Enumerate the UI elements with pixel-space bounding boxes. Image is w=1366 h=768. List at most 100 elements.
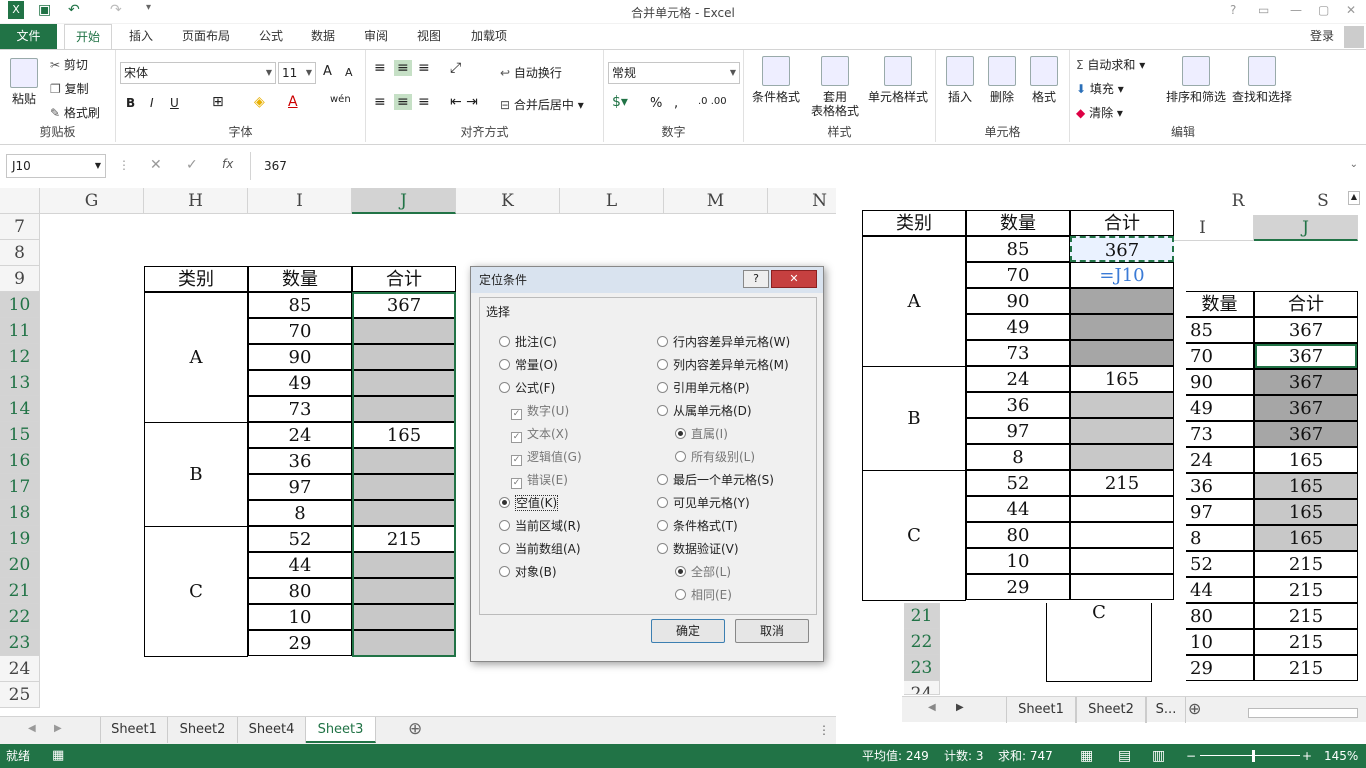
total-cell-empty[interactable] xyxy=(352,630,456,656)
scroll-up-icon[interactable]: ▲ xyxy=(1348,191,1360,205)
formula-sub-option[interactable]: ✓ 文本(X) xyxy=(511,425,569,443)
underline-button[interactable]: U xyxy=(170,96,179,110)
macro-record-icon[interactable]: ▦ xyxy=(52,744,64,768)
option-right-0[interactable]: 行内容差异单元格(W) xyxy=(657,333,790,350)
sheet-tab-sheet3[interactable]: Sheet3 xyxy=(306,717,376,743)
row-header-16[interactable]: 16 xyxy=(0,448,40,474)
font-color-icon[interactable]: A xyxy=(288,94,298,110)
row-header-24[interactable]: 24 xyxy=(0,656,40,682)
row-header-18[interactable]: 18 xyxy=(0,500,40,526)
row-header-14[interactable]: 14 xyxy=(0,396,40,422)
option-right-2[interactable]: 引用单元格(P) xyxy=(657,379,750,396)
cancel-icon[interactable]: ✕ xyxy=(150,157,162,173)
row-header-22[interactable]: 22 xyxy=(0,604,40,630)
format-cells-button[interactable]: 格式 xyxy=(1024,56,1064,104)
delete-cells-button[interactable]: 删除 xyxy=(982,56,1022,104)
category-cell[interactable]: A xyxy=(144,292,248,423)
option-blanks[interactable]: 空值(K) xyxy=(499,494,559,511)
quantity-cell[interactable]: 80 xyxy=(248,578,352,604)
column-header-g[interactable]: G xyxy=(40,188,144,214)
normal-view-icon[interactable]: ▦ xyxy=(1080,744,1093,768)
row-header-21[interactable]: 21 xyxy=(0,578,40,604)
conditional-format-button[interactable]: 条件格式 xyxy=(748,56,804,104)
row-header-12[interactable]: 12 xyxy=(0,344,40,370)
row-header-19[interactable]: 19 xyxy=(0,526,40,552)
quantity-cell[interactable]: 90 xyxy=(248,344,352,370)
align-right-icon[interactable]: ≡ xyxy=(418,94,430,110)
column-header-m[interactable]: M xyxy=(664,188,768,214)
quantity-cell[interactable]: 29 xyxy=(248,630,352,656)
italic-button[interactable]: I xyxy=(150,96,154,110)
zoom-out-icon[interactable]: − xyxy=(1186,744,1196,768)
quantity-cell[interactable]: 49 xyxy=(248,370,352,396)
page-break-icon[interactable]: ▥ xyxy=(1152,744,1165,768)
enter-icon[interactable]: ✓ xyxy=(186,157,198,173)
total-cell[interactable]: 215 xyxy=(352,526,456,552)
font-name-select[interactable]: 宋体 ▼ xyxy=(120,62,276,84)
quantity-cell[interactable]: 70 xyxy=(248,318,352,344)
quantity-cell[interactable]: 36 xyxy=(248,448,352,474)
quantity-cell[interactable]: 73 xyxy=(248,396,352,422)
help-button[interactable]: ? xyxy=(743,270,769,288)
total-cell-empty[interactable] xyxy=(352,396,456,422)
autosum-button[interactable]: Σ 自动求和 ▾ xyxy=(1076,56,1145,73)
formula-input[interactable]: 367 xyxy=(264,159,287,173)
quantity-cell[interactable]: 85 xyxy=(248,292,352,318)
dialog-close-button[interactable]: ✕ xyxy=(771,270,817,288)
dependent-sub-option[interactable]: 直属(I) xyxy=(675,425,728,442)
formula-sub-option[interactable]: ✓ 逻辑值(G) xyxy=(511,448,582,466)
insert-function-icon[interactable]: fx xyxy=(222,157,233,171)
align-bottom-icon[interactable]: ≡ xyxy=(418,60,430,76)
next-sheet-icon[interactable]: ▶ xyxy=(54,723,62,734)
total-cell-empty[interactable] xyxy=(352,448,456,474)
phonetic-button[interactable]: wén xyxy=(330,94,351,105)
validation-sub-option[interactable]: 相同(E) xyxy=(675,586,732,603)
format-painter-button[interactable]: ✎ 格式刷 xyxy=(50,104,100,121)
paste-button[interactable]: 粘贴 xyxy=(6,58,42,106)
option-right-3[interactable]: 从属单元格(D) xyxy=(657,402,752,419)
total-cell-empty[interactable] xyxy=(352,578,456,604)
sheet-tab-sheet1[interactable]: Sheet1 xyxy=(100,717,168,743)
quantity-cell[interactable]: 44 xyxy=(248,552,352,578)
cell-styles-button[interactable]: 单元格样式 xyxy=(864,56,932,104)
tab-data[interactable]: 数据 xyxy=(300,24,346,49)
zoom-level[interactable]: 145% xyxy=(1324,744,1358,768)
total-cell-empty[interactable] xyxy=(352,552,456,578)
prev-sheet-icon[interactable]: ◀ xyxy=(28,723,36,734)
wrap-text-button[interactable]: ↩ 自动换行 xyxy=(500,64,562,81)
tab-home[interactable]: 开始 xyxy=(64,24,112,49)
option-left-4[interactable]: 当前区域(R) xyxy=(499,517,581,534)
comma-button[interactable]: , xyxy=(674,96,678,111)
option-right-4[interactable]: 最后一个单元格(S) xyxy=(657,471,774,488)
cancel-button[interactable]: 取消 xyxy=(735,619,809,643)
column-header-n[interactable]: N xyxy=(768,188,836,214)
row-header-10[interactable]: 10 xyxy=(0,292,40,318)
tab-page-layout[interactable]: 页面布局 xyxy=(172,24,240,49)
currency-icon[interactable]: $▾ xyxy=(612,94,628,110)
row-header-13[interactable]: 13 xyxy=(0,370,40,396)
tab-view[interactable]: 视图 xyxy=(406,24,452,49)
align-middle-icon[interactable]: ≡ xyxy=(394,60,412,76)
total-cell-empty[interactable] xyxy=(352,318,456,344)
total-cell-empty[interactable] xyxy=(352,500,456,526)
option-right-6[interactable]: 条件格式(T) xyxy=(657,517,738,534)
clear-button[interactable]: ◆ 清除 ▾ xyxy=(1076,104,1123,121)
bold-button[interactable]: B xyxy=(126,96,135,110)
column-header-i[interactable]: I xyxy=(248,188,352,214)
find-select-button[interactable]: 查找和选择 xyxy=(1230,56,1294,104)
option-left-5[interactable]: 当前数组(A) xyxy=(499,540,581,557)
add-sheet-icon[interactable]: ⊕ xyxy=(408,719,422,739)
minimize-icon[interactable]: — xyxy=(1290,3,1302,17)
sort-filter-button[interactable]: 排序和筛选 xyxy=(1164,56,1228,104)
sheet-tab-sheet2[interactable]: Sheet2 xyxy=(168,717,238,743)
close-icon[interactable]: ✕ xyxy=(1346,3,1356,17)
number-format-select[interactable]: 常规 ▼ xyxy=(608,62,740,84)
font-size-select[interactable]: 11 ▼ xyxy=(278,62,316,84)
zoom-slider-thumb[interactable] xyxy=(1252,750,1255,762)
dependent-sub-option[interactable]: 所有级别(L) xyxy=(675,448,755,465)
column-header-k[interactable]: K xyxy=(456,188,560,214)
quantity-cell[interactable]: 10 xyxy=(248,604,352,630)
total-cell[interactable]: 165 xyxy=(352,422,456,448)
insert-cells-button[interactable]: 插入 xyxy=(940,56,980,104)
row-header-23[interactable]: 23 xyxy=(0,630,40,656)
